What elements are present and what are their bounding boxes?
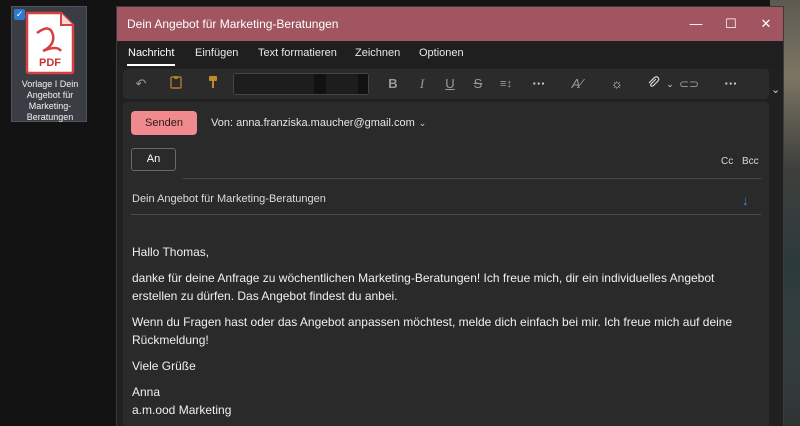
subject-field[interactable]: Dein Angebot für Marketing-Beratungen (132, 193, 326, 205)
title-bar[interactable]: Dein Angebot für Marketing-Beratungen — … (117, 7, 783, 41)
pdf-text: PDF (39, 57, 61, 69)
compose-window: Dein Angebot für Marketing-Beratungen — … (116, 6, 784, 426)
clipboard-icon[interactable] (166, 75, 186, 93)
importance-arrow-icon[interactable]: ↓ (742, 193, 749, 208)
link-icon[interactable]: ⊂⊃ (679, 75, 699, 93)
tab-zeichnen[interactable]: Zeichnen (355, 47, 400, 59)
tab-text-formatieren[interactable]: Text formatieren (258, 47, 337, 59)
theme-icon[interactable]: ☼ (607, 75, 627, 93)
greeting: Hallo Thomas, (132, 245, 210, 259)
message-paragraph: danke für deine Anfrage zu wöchentlichen… (132, 271, 715, 303)
message-body[interactable]: Hallo Thomas, danke für deine Anfrage zu… (132, 243, 762, 419)
window-title: Dein Angebot für Marketing-Beratungen (127, 17, 339, 31)
maximize-button[interactable]: ☐ (718, 13, 744, 35)
italic-icon[interactable]: I (412, 75, 432, 93)
close-button[interactable]: ✕ (753, 13, 779, 35)
cc-button[interactable]: Cc (721, 156, 733, 167)
desktop-pdf-file[interactable]: ✓ PDF Vorlage I Dein Angebot für Marketi… (11, 6, 87, 122)
bold-icon[interactable]: B (383, 75, 403, 93)
pdf-file-icon: PDF (25, 11, 75, 75)
message-paragraph: Wenn du Fragen hast oder das Angebot anp… (132, 315, 733, 347)
subject-divider (131, 214, 761, 215)
expand-ribbon-icon[interactable]: ⌄ (771, 83, 780, 96)
font-size-divider (314, 74, 326, 94)
send-button[interactable]: Senden (131, 111, 197, 135)
desktop-icon-label: Vorlage I Dein Angebot für Marketing-Ber… (21, 79, 79, 122)
ribbon-tabs: Nachricht Einfügen Text formatieren Zeic… (117, 41, 783, 67)
underline-icon[interactable]: U (440, 75, 460, 93)
more-icon[interactable]: ··· (529, 75, 549, 93)
to-field[interactable] (183, 178, 761, 179)
bcc-button[interactable]: Bcc (742, 156, 759, 167)
more-icon[interactable]: ··· (721, 75, 741, 93)
compose-pane: Senden Von: anna.franziska.maucher@gmail… (123, 102, 769, 426)
line-spacing-icon[interactable]: ≡↕ (496, 75, 516, 93)
chevron-down-icon[interactable]: ⌄ (660, 75, 680, 93)
tab-optionen[interactable]: Optionen (419, 47, 464, 59)
format-painter-icon[interactable] (203, 75, 223, 93)
tab-nachricht[interactable]: Nachricht (128, 47, 174, 59)
formatting-toolbar: ↶ B I U S ≡↕ ··· A⁄ ☼ ⌄ ⊂⊃ ··· (123, 69, 769, 99)
signature-name: Anna (132, 385, 161, 399)
tab-einfuegen[interactable]: Einfügen (195, 47, 238, 59)
chevron-down-icon: ⌄ (418, 118, 427, 128)
strikethrough-icon[interactable]: S (468, 75, 488, 93)
from-account-selector[interactable]: Von: anna.franziska.maucher@gmail.com ⌄ (211, 117, 426, 129)
signature-company: a.m.ood Marketing (132, 403, 232, 417)
font-dropdown-divider (358, 74, 368, 94)
from-label: Von: anna.franziska.maucher@gmail.com (211, 117, 415, 129)
minimize-button[interactable]: — (683, 13, 709, 35)
font-selector[interactable] (233, 73, 369, 95)
styles-icon[interactable]: A⁄ (567, 75, 587, 93)
to-button[interactable]: An (131, 148, 176, 171)
active-tab-indicator (127, 64, 175, 66)
closing: Viele Grüße (132, 359, 196, 373)
undo-icon[interactable]: ↶ (131, 75, 151, 93)
